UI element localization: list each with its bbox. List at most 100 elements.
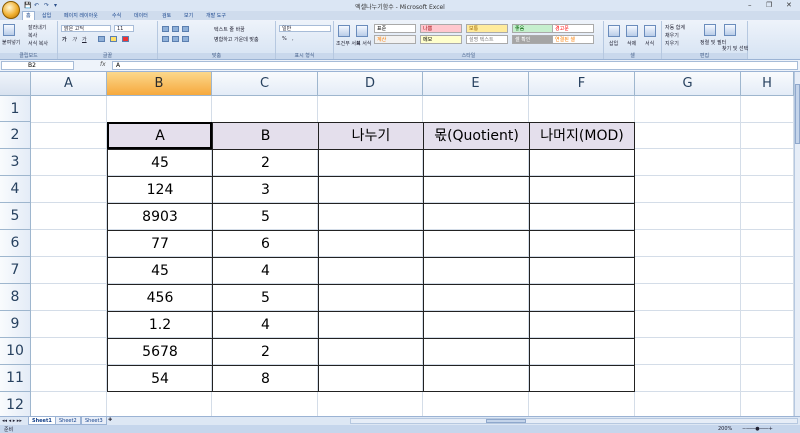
align-left-icon[interactable] — [162, 36, 169, 42]
minimize-button[interactable]: – — [748, 1, 752, 9]
table-cell[interactable] — [423, 311, 529, 338]
table-cell[interactable]: 77 — [107, 230, 212, 257]
align-bottom-icon[interactable] — [182, 26, 189, 32]
table-cell[interactable] — [423, 257, 529, 284]
table-cell[interactable] — [423, 149, 529, 176]
format-painter-button[interactable]: 서식 복사 — [28, 40, 48, 47]
tab-review[interactable]: 검토 — [162, 12, 171, 19]
cell-style-10[interactable]: 연결된 셀 — [552, 35, 594, 44]
table-header-cell[interactable]: 몫(Quotient) — [423, 122, 529, 149]
formula-input[interactable]: A — [112, 61, 798, 70]
table-cell[interactable]: 1.2 — [107, 311, 212, 338]
tab-insert[interactable]: 삽입 — [42, 12, 51, 19]
table-header-cell[interactable]: B — [212, 122, 318, 149]
sheet-tab-1[interactable]: Sheet1 — [28, 417, 56, 425]
table-cell[interactable]: 45 — [107, 257, 212, 284]
table-cell[interactable]: 8 — [212, 365, 318, 392]
row-header-4[interactable]: 4 — [0, 176, 31, 203]
sheet-nav-icons[interactable]: ◂◂ ◂ ▸ ▸▸ — [2, 418, 22, 424]
cell-style-9[interactable]: 셀 확인 — [512, 35, 554, 44]
row-header-12[interactable]: 12 — [0, 392, 31, 419]
table-cell[interactable] — [529, 203, 635, 230]
table-cell[interactable]: 5 — [212, 284, 318, 311]
table-cell[interactable] — [529, 149, 635, 176]
align-right-icon[interactable] — [182, 36, 189, 42]
cell-style-8[interactable]: 설명 텍스트 — [466, 35, 508, 44]
row-header-7[interactable]: 7 — [0, 257, 31, 284]
office-button[interactable] — [2, 1, 20, 19]
cell-style-3[interactable]: 보통 — [466, 24, 508, 33]
table-cell[interactable]: 5678 — [107, 338, 212, 365]
font-size-select[interactable]: 11 — [114, 25, 134, 32]
vertical-scroll-thumb[interactable] — [795, 84, 800, 144]
format-cells-icon[interactable] — [644, 25, 656, 37]
vertical-scrollbar[interactable] — [794, 72, 800, 416]
table-cell[interactable] — [529, 311, 635, 338]
table-cell[interactable]: 4 — [212, 257, 318, 284]
row-header-1[interactable]: 1 — [0, 96, 31, 122]
row-header-8[interactable]: 8 — [0, 284, 31, 311]
wrap-text-button[interactable]: 텍스트 줄 바꿈 — [214, 26, 245, 33]
row-header-11[interactable]: 11 — [0, 365, 31, 392]
horizontal-scrollbar[interactable] — [350, 418, 798, 424]
table-cell[interactable]: 3 — [212, 176, 318, 203]
delete-cells-icon[interactable] — [626, 25, 638, 37]
table-cell[interactable]: 2 — [212, 149, 318, 176]
column-header-b[interactable]: B — [107, 72, 212, 96]
conditional-format-icon[interactable] — [338, 25, 350, 37]
font-name-select[interactable]: 맑은 고딕 — [61, 25, 111, 32]
table-cell[interactable] — [529, 284, 635, 311]
table-cell[interactable] — [318, 149, 423, 176]
underline-button[interactable]: 가 — [82, 36, 87, 43]
table-cell[interactable] — [423, 230, 529, 257]
table-cell[interactable] — [529, 230, 635, 257]
font-color-icon[interactable] — [122, 36, 129, 42]
insert-cells-button[interactable]: 삽입 — [609, 40, 618, 47]
table-cell[interactable]: 8903 — [107, 203, 212, 230]
row-header-2[interactable]: 2 — [0, 122, 31, 149]
format-cells-button[interactable]: 서식 — [645, 40, 654, 47]
insert-function-button[interactable]: fx — [100, 61, 106, 68]
percent-button[interactable]: % — [282, 36, 287, 42]
table-cell[interactable]: 2 — [212, 338, 318, 365]
horizontal-scroll-thumb[interactable] — [486, 419, 526, 423]
table-cell[interactable]: 45 — [107, 149, 212, 176]
name-box[interactable]: B2 — [1, 61, 74, 70]
fill-button[interactable]: 채우기 — [665, 32, 679, 39]
insert-sheet-icon[interactable]: ✚ — [108, 417, 112, 423]
paste-icon[interactable] — [3, 24, 15, 36]
table-cell[interactable] — [423, 365, 529, 392]
cell-style-4[interactable]: 좋음 — [512, 24, 554, 33]
table-cell[interactable] — [318, 365, 423, 392]
align-top-icon[interactable] — [162, 26, 169, 32]
table-format-icon[interactable] — [356, 25, 368, 37]
comma-button[interactable]: , — [292, 36, 294, 42]
tab-data[interactable]: 데이터 — [134, 12, 148, 19]
column-header-e[interactable]: E — [423, 72, 529, 96]
table-cell[interactable] — [318, 311, 423, 338]
zoom-slider[interactable]: −───●───+ — [742, 426, 773, 432]
table-cell[interactable] — [318, 230, 423, 257]
table-cell[interactable] — [529, 338, 635, 365]
align-center-icon[interactable] — [172, 36, 179, 42]
tab-formulas[interactable]: 수식 — [112, 12, 121, 19]
cell-style-5[interactable]: 경고문 — [552, 24, 594, 33]
table-cell[interactable] — [318, 203, 423, 230]
border-icon[interactable] — [98, 36, 105, 42]
cut-button[interactable]: 잘라내기 — [28, 24, 46, 31]
fill-color-icon[interactable] — [110, 36, 117, 42]
italic-button[interactable]: 가 — [72, 36, 77, 43]
bold-button[interactable]: 가 — [62, 36, 67, 43]
column-header-a[interactable]: A — [31, 72, 107, 96]
column-header-c[interactable]: C — [212, 72, 318, 96]
cell-style-7[interactable]: 메모 — [420, 35, 462, 44]
sheet-tab-2[interactable]: Sheet2 — [55, 417, 81, 425]
table-cell[interactable] — [318, 338, 423, 365]
sort-filter-icon[interactable] — [704, 24, 716, 36]
align-middle-icon[interactable] — [172, 26, 179, 32]
find-select-icon[interactable] — [724, 24, 736, 36]
table-cell[interactable]: 5 — [212, 203, 318, 230]
row-header-9[interactable]: 9 — [0, 311, 31, 338]
table-cell[interactable] — [423, 284, 529, 311]
table-format-button[interactable]: 표 서식 — [356, 40, 371, 47]
